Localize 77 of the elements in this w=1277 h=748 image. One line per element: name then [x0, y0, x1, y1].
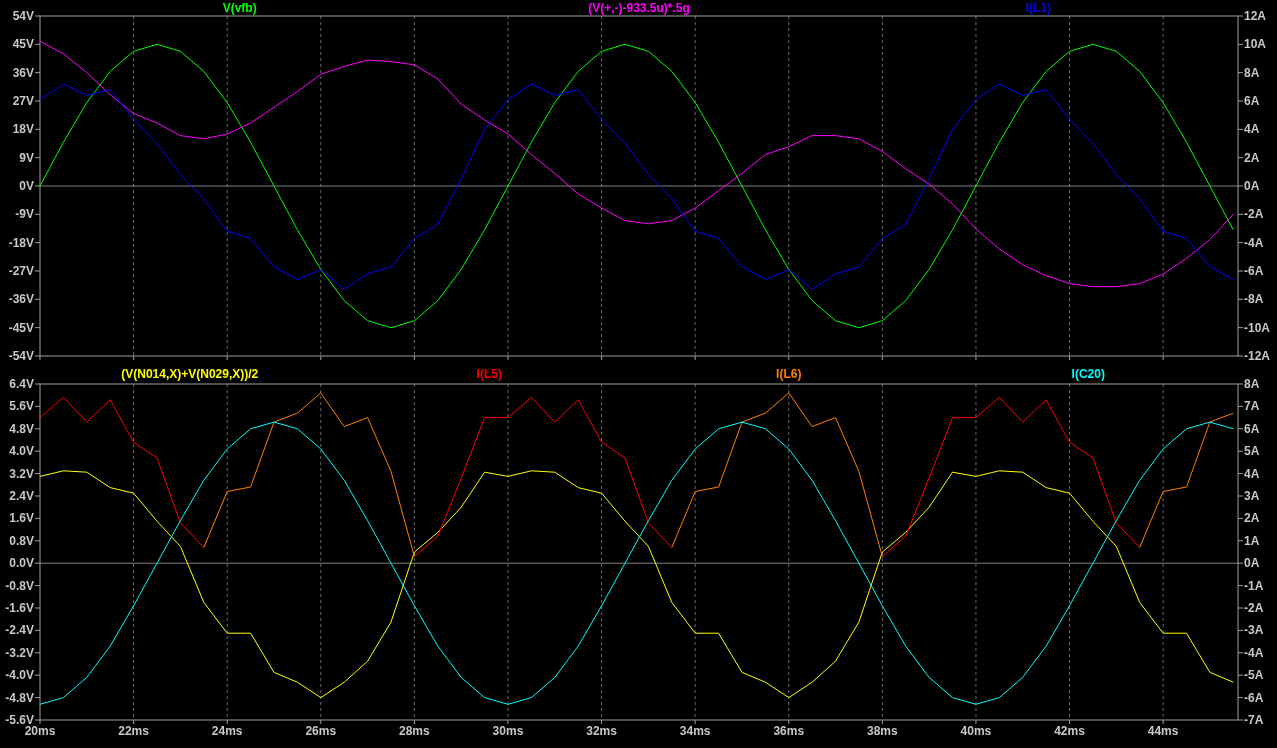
- y-axis-label: 3.2V: [9, 466, 34, 481]
- y-axis-label: 8A: [1244, 377, 1260, 391]
- y-axis-label: 4.8V: [9, 421, 34, 436]
- x-axis-label: 42ms: [1054, 724, 1085, 738]
- y-axis-label: 1A: [1244, 533, 1260, 548]
- y-axis-label: 9V: [19, 150, 34, 165]
- y-axis-label: 0.0V: [9, 556, 34, 571]
- x-axis-label: 26ms: [305, 724, 337, 738]
- y-axis-label: 6.4V: [9, 377, 34, 391]
- y-axis-label: 1.6V: [9, 511, 34, 526]
- y-axis-label: -1A: [1244, 578, 1264, 593]
- y-axis-label: -1.6V: [5, 601, 34, 615]
- y-axis-label: -4.0V: [5, 668, 34, 683]
- x-axis-label: 40ms: [960, 724, 992, 738]
- y-axis-label: 6A: [1244, 421, 1260, 436]
- x-axis-label: 34ms: [679, 724, 711, 738]
- trace-label[interactable]: I(C20): [1071, 367, 1105, 381]
- y-axis-label: 4A: [1244, 122, 1260, 137]
- y-axis-label: 10A: [1244, 37, 1266, 52]
- y-axis-label: -36V: [8, 292, 34, 307]
- y-axis-label: 0A: [1244, 179, 1260, 193]
- trace-label[interactable]: V(vfb): [222, 1, 257, 15]
- y-axis-label: 18V: [12, 122, 34, 137]
- y-axis-label: 4.0V: [9, 444, 34, 459]
- y-axis-label: 3A: [1244, 489, 1260, 503]
- x-axis-label: 30ms: [492, 724, 524, 738]
- y-axis-label: -54V: [8, 349, 34, 363]
- y-axis-label: -27V: [8, 264, 34, 278]
- x-axis-label: 20ms: [24, 724, 56, 738]
- y-axis-label: 0V: [19, 179, 34, 193]
- y-axis-label: 4A: [1244, 466, 1260, 481]
- y-axis-label: -6A: [1244, 264, 1264, 278]
- y-axis-label: 2A: [1244, 511, 1260, 526]
- y-axis-label: -6A: [1244, 690, 1264, 705]
- x-axis-label: 32ms: [586, 724, 617, 738]
- y-axis-label: -7A: [1244, 713, 1264, 727]
- y-axis-label: 6A: [1244, 94, 1260, 108]
- y-axis-label: -3A: [1244, 623, 1264, 638]
- x-axis-label: 44ms: [1147, 724, 1179, 738]
- x-axis-label: 22ms: [118, 724, 149, 738]
- y-axis-label: -4A: [1244, 235, 1264, 250]
- y-axis-label: 12A: [1244, 9, 1266, 23]
- y-axis-label: -2A: [1244, 207, 1264, 222]
- y-axis-label: -0.8V: [5, 578, 34, 593]
- trace-label[interactable]: I(L6): [776, 367, 802, 381]
- y-axis-label: 2A: [1244, 150, 1260, 165]
- y-axis-label: -5A: [1244, 668, 1264, 683]
- y-axis-label: 36V: [12, 65, 34, 80]
- y-axis-label: 0A: [1244, 556, 1260, 571]
- trace-label[interactable]: I(L5): [476, 367, 502, 381]
- y-axis-label: 27V: [12, 94, 34, 108]
- y-axis-label: 2.4V: [9, 489, 34, 503]
- y-axis-label: -4A: [1244, 645, 1264, 660]
- trace-label[interactable]: (V(+,-)-933.5u)*.5g: [588, 1, 690, 15]
- y-axis-label: -18V: [8, 235, 34, 250]
- y-axis-label: -3.2V: [5, 645, 34, 660]
- y-axis-label: 45V: [12, 37, 34, 52]
- y-axis-label: -12A: [1244, 349, 1270, 363]
- y-axis-label: 5.6V: [9, 399, 34, 414]
- y-axis-label: 5A: [1244, 444, 1260, 459]
- y-axis-label: 7A: [1244, 399, 1260, 414]
- y-axis-label: -2A: [1244, 601, 1264, 615]
- y-axis-label: -4.8V: [5, 690, 34, 705]
- y-axis-label: -8A: [1244, 292, 1264, 307]
- y-axis-label: 0.8V: [9, 533, 34, 548]
- y-axis-label: -2.4V: [5, 623, 34, 638]
- y-axis-label: 54V: [12, 9, 34, 23]
- y-axis-label: -9V: [15, 207, 34, 222]
- y-axis-label: 8A: [1244, 65, 1260, 80]
- y-axis-label: -45V: [8, 320, 34, 335]
- x-axis-label: 28ms: [399, 724, 430, 738]
- x-axis-label: 38ms: [867, 724, 898, 738]
- x-axis-label: 24ms: [211, 724, 243, 738]
- y-axis-label: -10A: [1244, 320, 1270, 335]
- y-axis-label: -5.6V: [5, 713, 34, 727]
- trace-label[interactable]: (V(N014,X)+V(N029,X))/2: [121, 367, 259, 381]
- x-axis-label: 36ms: [773, 724, 805, 738]
